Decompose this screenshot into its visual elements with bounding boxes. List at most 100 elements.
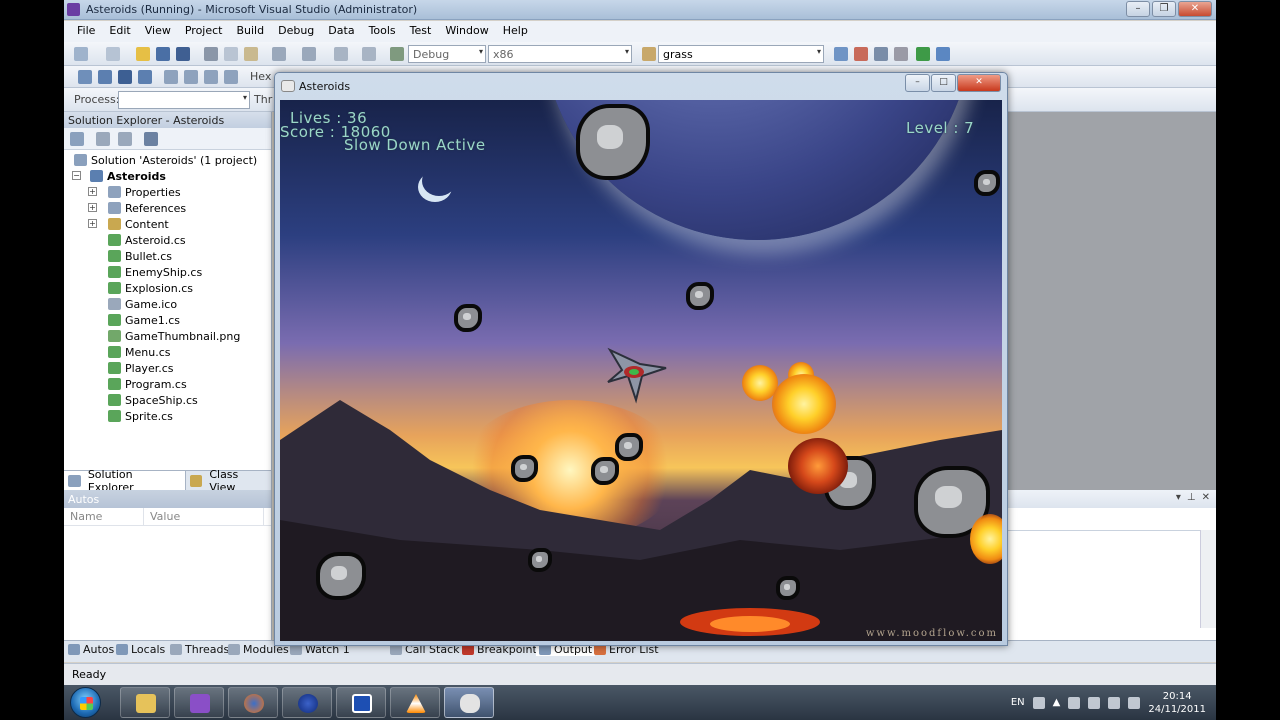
tree-item-content[interactable]: Content xyxy=(108,216,169,232)
panel-close-icon[interactable]: ✕ xyxy=(1202,492,1210,503)
output-scrollbar[interactable] xyxy=(1200,530,1216,628)
add-item-icon[interactable] xyxy=(106,47,120,61)
network-icon[interactable] xyxy=(1108,696,1121,709)
cut-icon[interactable] xyxy=(204,47,218,61)
stop-debugging-icon[interactable] xyxy=(118,70,132,84)
tree-item-enemyship-cs[interactable]: EnemyShip.cs xyxy=(108,264,202,280)
show-hidden-icons[interactable]: ▲ xyxy=(1053,697,1061,708)
tree-item-asteroid-cs[interactable]: Asteroid.cs xyxy=(108,232,186,248)
new-project-icon[interactable] xyxy=(74,47,88,61)
keyboard-icon[interactable] xyxy=(1032,696,1045,709)
solution-config-dropdown[interactable]: Debug ▾ xyxy=(408,45,486,63)
class-diagram-icon[interactable] xyxy=(144,132,158,146)
command-window-icon[interactable] xyxy=(936,47,950,61)
object-browser-icon[interactable] xyxy=(874,47,888,61)
find-combo[interactable]: grass ▾ xyxy=(658,45,824,63)
copy-icon[interactable] xyxy=(224,47,238,61)
start-button[interactable] xyxy=(70,687,101,718)
menu-build[interactable]: Build xyxy=(229,21,271,42)
tree-solution-node[interactable]: Solution 'Asteroids' (1 project) xyxy=(74,152,257,168)
menu-debug[interactable]: Debug xyxy=(271,21,321,42)
process-dropdown[interactable]: ▾ xyxy=(118,91,250,109)
minimize-button[interactable]: – xyxy=(1126,1,1150,17)
expand-icon[interactable]: + xyxy=(88,219,97,228)
menu-help[interactable]: Help xyxy=(496,21,535,42)
tab-locals[interactable]: Locals xyxy=(116,643,165,656)
redo-icon[interactable] xyxy=(302,47,316,61)
expand-icon[interactable]: + xyxy=(88,203,97,212)
taskbar-remote-button[interactable] xyxy=(336,687,386,718)
tree-item-sprite-cs[interactable]: Sprite.cs xyxy=(108,408,173,424)
menu-edit[interactable]: Edit xyxy=(102,21,137,42)
show-all-files-icon[interactable] xyxy=(96,132,110,146)
pin-icon[interactable]: ⊥ xyxy=(1187,492,1196,503)
power-icon[interactable] xyxy=(1088,696,1101,709)
clock[interactable]: 20:14 24/11/2011 xyxy=(1148,690,1206,716)
hex-button[interactable]: Hex xyxy=(250,70,271,83)
tab-solution-explorer[interactable]: Solution Explorer xyxy=(64,468,186,494)
taskbar-visual-studio-button[interactable] xyxy=(174,687,224,718)
tree-project-node[interactable]: Asteroids xyxy=(90,168,166,184)
tab-autos[interactable]: Autos xyxy=(68,643,114,656)
tab-threads[interactable]: Threads xyxy=(170,643,229,656)
column-name[interactable]: Name xyxy=(64,508,144,525)
language-indicator[interactable]: EN xyxy=(1011,697,1025,708)
taskbar-app-button[interactable] xyxy=(282,687,332,718)
step-into-icon[interactable] xyxy=(184,70,198,84)
collapse-icon[interactable]: − xyxy=(72,171,81,180)
volume-icon[interactable] xyxy=(1128,696,1141,709)
close-button[interactable]: ✕ xyxy=(1178,1,1212,17)
tree-item-player-cs[interactable]: Player.cs xyxy=(108,360,174,376)
save-all-icon[interactable] xyxy=(176,47,190,61)
taskbar-game-button[interactable] xyxy=(444,687,494,718)
open-file-icon[interactable] xyxy=(136,47,150,61)
game-canvas[interactable]: Lives : 36 Score : 18060 Slow Down Activ… xyxy=(280,100,1002,641)
break-all-icon[interactable] xyxy=(98,70,112,84)
start-page-icon[interactable] xyxy=(916,47,930,61)
menu-window[interactable]: Window xyxy=(438,21,495,42)
menu-file[interactable]: File xyxy=(70,21,102,42)
tab-class-view[interactable]: Class View xyxy=(186,468,272,494)
panel-dropdown-icon[interactable]: ▾ xyxy=(1176,492,1181,503)
solution-platform-dropdown[interactable]: x86 ▾ xyxy=(488,45,632,63)
tree-item-program-cs[interactable]: Program.cs xyxy=(108,376,187,392)
taskbar-explorer-button[interactable] xyxy=(120,687,170,718)
game-minimize-button[interactable]: – xyxy=(905,74,930,92)
game-close-button[interactable]: ✕ xyxy=(957,74,1001,92)
action-center-icon[interactable] xyxy=(1068,696,1081,709)
continue-icon[interactable] xyxy=(78,70,92,84)
menu-data[interactable]: Data xyxy=(321,21,361,42)
tree-item-game1-cs[interactable]: Game1.cs xyxy=(108,312,180,328)
menu-test[interactable]: Test xyxy=(403,21,439,42)
taskbar-firefox-button[interactable] xyxy=(228,687,278,718)
menu-project[interactable]: Project xyxy=(178,21,230,42)
step-over-icon[interactable] xyxy=(204,70,218,84)
properties-window-icon[interactable] xyxy=(854,47,868,61)
find-in-files-icon[interactable] xyxy=(642,47,656,61)
toolbox-icon[interactable] xyxy=(894,47,908,61)
taskbar-vlc-button[interactable] xyxy=(390,687,440,718)
tree-item-gamethumbnail-png[interactable]: GameThumbnail.png xyxy=(108,328,240,344)
menu-view[interactable]: View xyxy=(138,21,178,42)
navigate-forward-icon[interactable] xyxy=(362,47,376,61)
start-debugging-icon[interactable] xyxy=(390,47,404,61)
navigate-back-icon[interactable] xyxy=(334,47,348,61)
refresh-icon[interactable] xyxy=(118,132,132,146)
column-value[interactable]: Value xyxy=(144,508,264,525)
paste-icon[interactable] xyxy=(244,47,258,61)
tree-item-references[interactable]: References xyxy=(108,200,186,216)
step-out-icon[interactable] xyxy=(224,70,238,84)
game-maximize-button[interactable]: □ xyxy=(931,74,956,92)
game-window[interactable]: Asteroids – □ ✕ Lives : 36 Score: 18060… xyxy=(274,72,1008,646)
tree-item-bullet-cs[interactable]: Bullet.cs xyxy=(108,248,172,264)
tree-item-properties[interactable]: Properties xyxy=(108,184,181,200)
restore-button[interactable]: ❐ xyxy=(1152,1,1176,17)
tree-item-game-ico[interactable]: Game.ico xyxy=(108,296,177,312)
tree-item-spaceship-cs[interactable]: SpaceShip.cs xyxy=(108,392,198,408)
player-spaceship[interactable] xyxy=(606,346,670,404)
restart-icon[interactable] xyxy=(138,70,152,84)
tree-item-menu-cs[interactable]: Menu.cs xyxy=(108,344,170,360)
undo-icon[interactable] xyxy=(272,47,286,61)
properties-icon[interactable] xyxy=(70,132,84,146)
tree-item-explosion-cs[interactable]: Explosion.cs xyxy=(108,280,193,296)
